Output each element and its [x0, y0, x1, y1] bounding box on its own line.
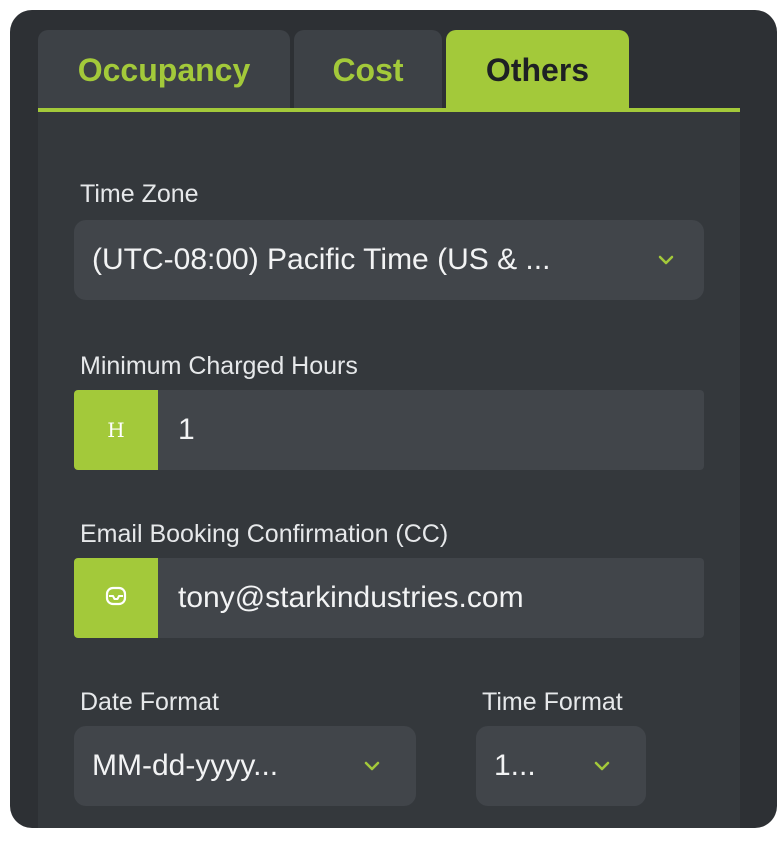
date-format-select[interactable]: MM-dd-yyyy... [74, 726, 416, 806]
min-charged-hours-group: H 1 [74, 390, 704, 470]
others-tab-content: Time Zone (UTC-08:00) Pacific Time (US &… [38, 112, 740, 828]
chevron-down-icon [364, 758, 380, 774]
date-format-value: MM-dd-yyyy... [92, 749, 279, 782]
time-zone-select[interactable]: (UTC-08:00) Pacific Time (US & ... [74, 220, 704, 300]
inbox-icon [105, 586, 127, 611]
email-addon [74, 558, 158, 638]
tab-cost[interactable]: Cost [294, 30, 442, 110]
email-cc-label: Email Booking Confirmation (CC) [80, 520, 449, 548]
tab-others[interactable]: Others [446, 30, 629, 110]
time-format-value: 1... [494, 749, 536, 782]
time-format-label: Time Format [482, 688, 623, 716]
date-format-label: Date Format [80, 688, 219, 716]
chevron-down-icon [594, 758, 610, 774]
chevron-down-icon [658, 252, 674, 268]
time-zone-value: (UTC-08:00) Pacific Time (US & ... [92, 243, 551, 276]
time-zone-label: Time Zone [80, 180, 199, 208]
hours-icon: H [107, 418, 125, 442]
email-cc-group: tony@starkindustries.com [74, 558, 704, 638]
min-charged-hours-input[interactable]: 1 [158, 390, 704, 470]
tab-bar: Occupancy Cost Others [38, 30, 629, 112]
email-cc-input[interactable]: tony@starkindustries.com [158, 558, 704, 638]
min-charged-hours-label: Minimum Charged Hours [80, 352, 358, 380]
tab-occupancy[interactable]: Occupancy [38, 30, 290, 110]
settings-panel: Occupancy Cost Others Time Zone (UTC-08:… [10, 10, 777, 828]
time-format-select[interactable]: 1... [476, 726, 646, 806]
hours-addon: H [74, 390, 158, 470]
